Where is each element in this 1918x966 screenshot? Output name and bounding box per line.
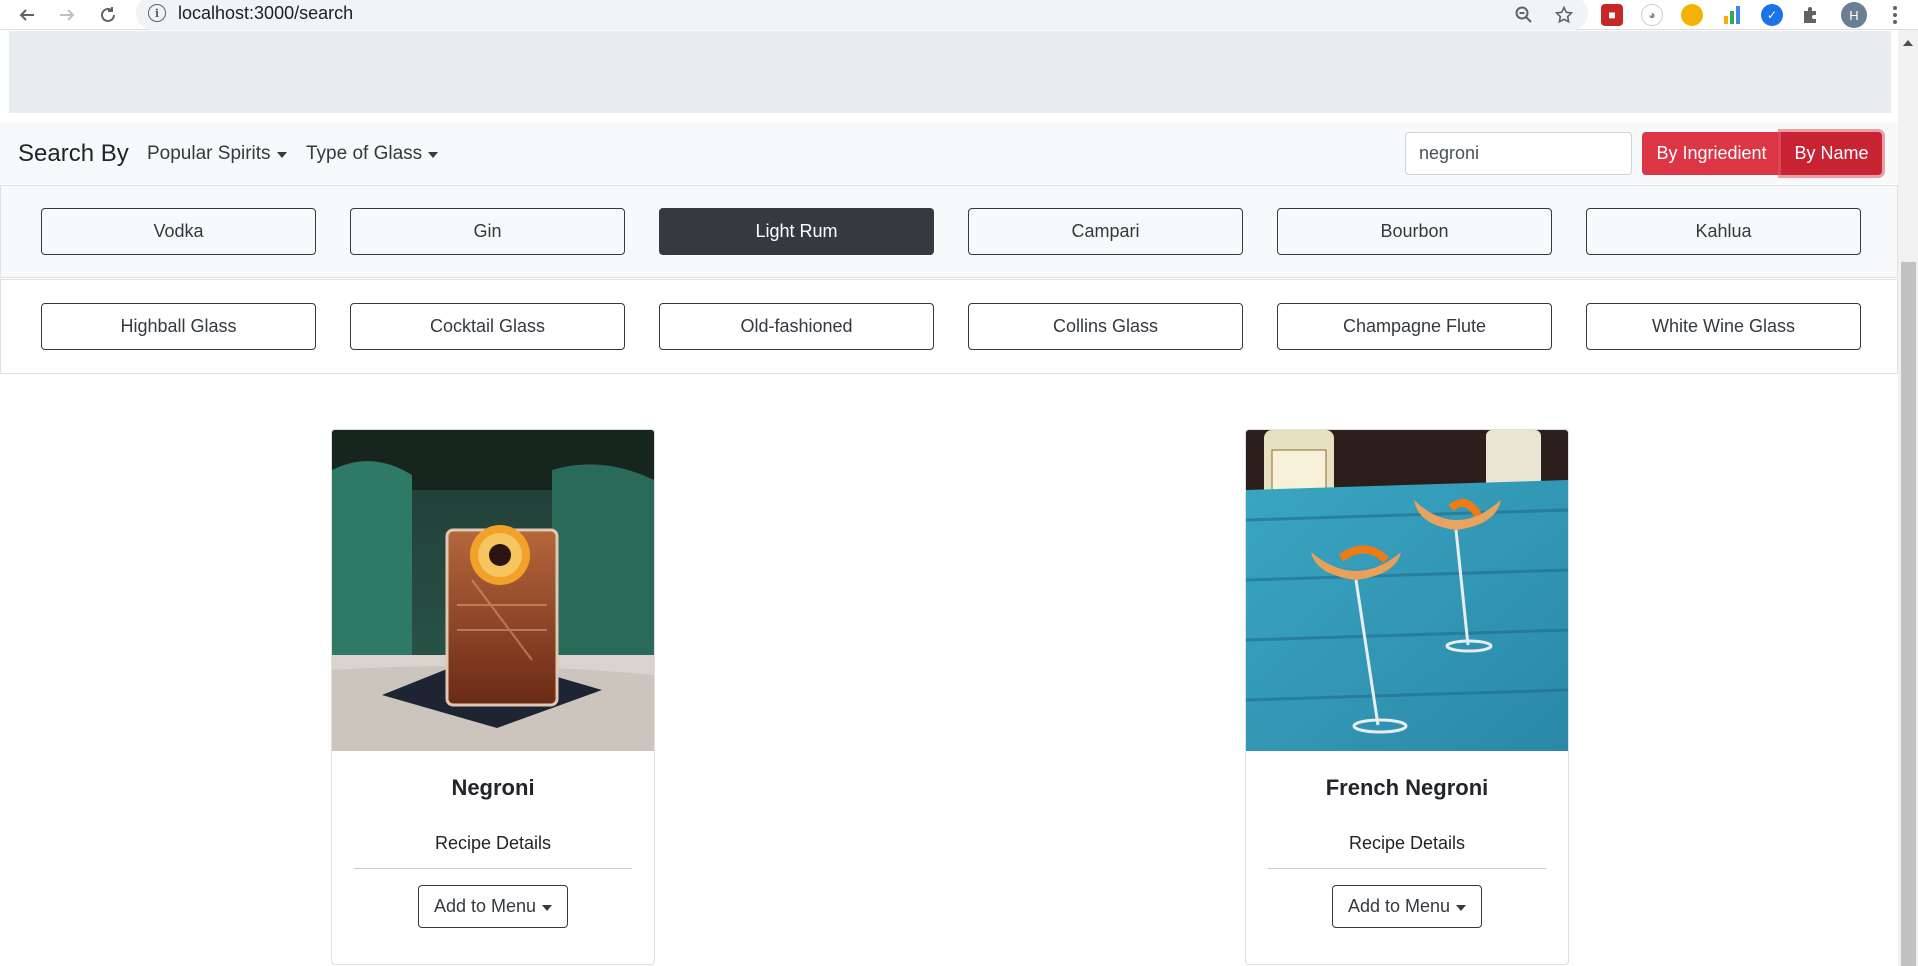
add-to-menu-dropdown[interactable]: Add to Menu: [1332, 885, 1482, 928]
add-to-menu-label: Add to Menu: [1347, 896, 1451, 916]
glasses-button-row: Highball Glass Cocktail Glass Old-fashio…: [0, 279, 1898, 374]
recipe-details-link[interactable]: Recipe Details: [1246, 833, 1568, 854]
cocktail-title: French Negroni: [1325, 775, 1489, 800]
spirit-button-gin[interactable]: Gin: [350, 208, 625, 255]
by-ingredient-button[interactable]: By Ingriedient: [1642, 132, 1781, 175]
extensions-puzzle-icon[interactable]: [1800, 4, 1822, 26]
card-divider: [354, 868, 632, 869]
card-divider: [1268, 868, 1546, 869]
cocktail-title: Negroni: [451, 775, 535, 800]
cocktail-photo-french-negroni[interactable]: [1246, 430, 1568, 751]
jumbotron: [9, 31, 1891, 113]
zoom-icon[interactable]: [1512, 3, 1536, 27]
back-icon[interactable]: [14, 2, 40, 28]
recipe-details-link[interactable]: Recipe Details: [332, 833, 654, 854]
spirit-button-vodka[interactable]: Vodka: [41, 208, 316, 255]
extension-chart-icon[interactable]: [1721, 4, 1743, 26]
cocktail-card: French Negroni Recipe Details Add to Men…: [1245, 429, 1569, 965]
add-to-menu-dropdown[interactable]: Add to Menu: [418, 885, 568, 928]
url-text[interactable]: localhost:3000/search: [178, 3, 353, 24]
cocktail-photo-negroni[interactable]: [332, 430, 654, 751]
spirit-button-light-rum[interactable]: Light Rum: [659, 208, 934, 255]
glass-button-old-fashioned[interactable]: Old-fashioned: [659, 303, 934, 350]
spirit-button-kahlua[interactable]: Kahlua: [1586, 208, 1861, 255]
popular-spirits-label: Popular Spirits: [147, 143, 271, 164]
cocktail-card: Negroni Recipe Details Add to Menu: [331, 429, 655, 965]
address-bar[interactable]: [136, 0, 1588, 30]
glass-button-cocktail[interactable]: Cocktail Glass: [350, 303, 625, 350]
caret-down-icon: [428, 152, 439, 158]
profile-avatar[interactable]: H: [1841, 2, 1867, 28]
spirits-button-row: Vodka Gin Light Rum Campari Bourbon Kahl…: [0, 185, 1898, 278]
spirit-button-campari[interactable]: Campari: [968, 208, 1243, 255]
scroll-up-arrow-icon[interactable]: [1903, 40, 1913, 46]
glass-button-champagne-flute[interactable]: Champagne Flute: [1277, 303, 1552, 350]
caret-down-icon: [1456, 904, 1467, 911]
glass-button-highball[interactable]: Highball Glass: [41, 303, 316, 350]
glass-button-collins[interactable]: Collins Glass: [968, 303, 1243, 350]
reload-icon[interactable]: [95, 2, 121, 28]
extension-check-icon[interactable]: ✓: [1761, 4, 1783, 26]
type-of-glass-label: Type of Glass: [306, 143, 423, 164]
browser-toolbar: i localhost:3000/search ■ ◕ ✓ H: [0, 0, 1918, 30]
by-name-button[interactable]: By Name: [1781, 132, 1882, 175]
extension-dial-icon[interactable]: ◕: [1641, 4, 1663, 26]
site-info-icon[interactable]: i: [148, 4, 166, 22]
bookmark-star-icon[interactable]: [1552, 3, 1576, 27]
forward-icon[interactable]: [54, 2, 80, 28]
spirit-button-bourbon[interactable]: Bourbon: [1277, 208, 1552, 255]
type-of-glass-dropdown[interactable]: Type of Glass: [306, 143, 439, 165]
glass-button-white-wine[interactable]: White Wine Glass: [1586, 303, 1861, 350]
scrollbar-thumb[interactable]: [1901, 262, 1916, 966]
caret-down-icon: [276, 152, 287, 158]
navbar-brand[interactable]: Search By: [18, 140, 129, 168]
extension-red-icon[interactable]: ■: [1601, 4, 1623, 26]
caret-down-icon: [542, 904, 553, 911]
menu-icon[interactable]: [1885, 2, 1905, 28]
search-input[interactable]: [1405, 132, 1632, 175]
extension-orange-icon[interactable]: [1681, 4, 1703, 26]
popular-spirits-dropdown[interactable]: Popular Spirits: [147, 143, 287, 165]
add-to-menu-label: Add to Menu: [433, 896, 537, 916]
